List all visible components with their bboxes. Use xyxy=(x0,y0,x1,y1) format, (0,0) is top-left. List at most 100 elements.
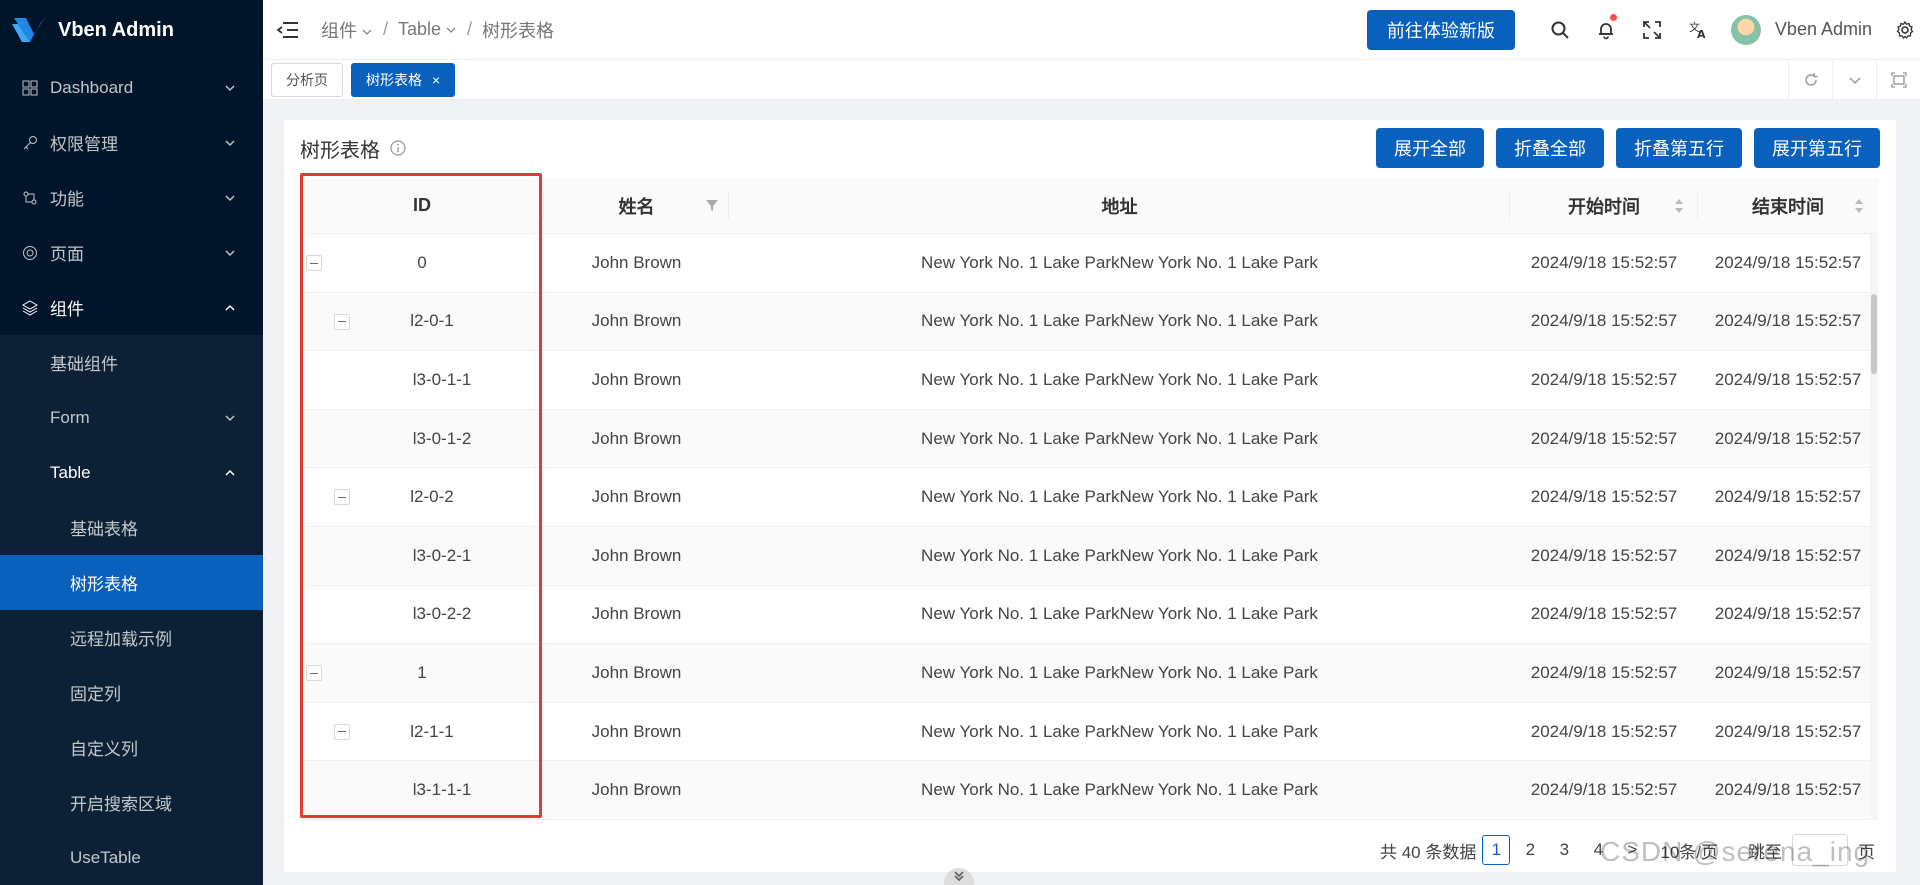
gear-icon xyxy=(1896,20,1914,39)
sidebar-item-basic-table[interactable]: 基础表格 xyxy=(0,500,263,555)
maximize-button[interactable] xyxy=(1876,59,1920,100)
tabs-dropdown-button[interactable] xyxy=(1832,59,1876,100)
close-icon[interactable]: × xyxy=(432,72,440,88)
info-icon[interactable] xyxy=(390,140,406,156)
breadcrumb-separator: / xyxy=(383,19,389,39)
collapse-row-icon[interactable] xyxy=(334,723,350,740)
sidebar-item-fixed-column[interactable]: 固定列 xyxy=(0,665,263,720)
sidebar-item-search-area[interactable]: 开启搜索区域 xyxy=(0,775,263,830)
refresh-button[interactable] xyxy=(1788,59,1832,100)
breadcrumb-item[interactable]: 组件 xyxy=(321,17,373,43)
breadcrumb-item-current: 树形表格 xyxy=(482,20,555,41)
cell-name: John Brown xyxy=(591,311,682,331)
collapse-all-button[interactable]: 折叠全部 xyxy=(1496,128,1604,168)
sidebar-item-basic-components[interactable]: 基础组件 xyxy=(0,335,263,390)
sidebar-item-dashboard[interactable]: Dashboard xyxy=(0,60,263,115)
page-item-2[interactable]: 2 xyxy=(1516,835,1544,865)
cell-address: New York No. 1 Lake ParkNew York No. 1 L… xyxy=(921,311,1318,331)
cell-name: John Brown xyxy=(591,428,682,448)
sidebar-item-custom-column[interactable]: 自定义列 xyxy=(0,720,263,775)
table-row[interactable]: l3-0-2-2 John Brown New York No. 1 Lake Pa… xyxy=(300,586,1878,645)
cell-name: John Brown xyxy=(591,545,682,565)
settings-button[interactable] xyxy=(1890,0,1920,60)
avatar[interactable] xyxy=(1730,14,1761,45)
notification-button[interactable] xyxy=(1583,0,1629,60)
expand-all-button[interactable]: 展开全部 xyxy=(1376,128,1484,168)
page-item-3[interactable]: 3 xyxy=(1550,835,1578,865)
table-row[interactable]: l2-1-1 John Brown New York No. 1 Lake Park… xyxy=(300,703,1878,762)
cell-start-time: 2024/9/18 15:52:57 xyxy=(1530,662,1678,682)
fullscreen-button[interactable] xyxy=(1629,0,1675,60)
tabs-bar: 分析页 树形表格 × xyxy=(263,59,1920,100)
sidebar-item-tree-table[interactable]: 树形表格 xyxy=(0,555,263,610)
cell-id: 1 xyxy=(300,644,544,702)
sidebar-item-function[interactable]: 功能 xyxy=(0,170,263,225)
collapse-fifth-row-button[interactable]: 折叠第五行 xyxy=(1616,128,1742,168)
tab-analysis[interactable]: 分析页 xyxy=(271,62,343,97)
chevron-up-icon xyxy=(225,469,235,476)
new-version-button[interactable]: 前往体验新版 xyxy=(1366,9,1515,50)
sidebar-item-label: 自定义列 xyxy=(70,740,138,759)
table-row[interactable]: l3-0-1-2 John Brown New York No. 1 Lake Pa… xyxy=(300,409,1878,469)
chevron-down-icon xyxy=(954,871,964,882)
sidebar-item-table[interactable]: Table xyxy=(0,445,263,500)
logo[interactable]: Vben Admin xyxy=(0,0,263,60)
watermark: CSDN @serena_ing xyxy=(1600,836,1871,867)
filter-icon[interactable] xyxy=(705,198,719,212)
column-header-start-time[interactable]: 开始时间 xyxy=(1510,178,1698,233)
breadcrumb-item[interactable]: Table xyxy=(398,19,457,40)
table-row[interactable]: l3-0-1-1 John Brown New York No. 1 Lake Pa… xyxy=(300,351,1878,410)
sort-icon[interactable] xyxy=(1674,196,1684,216)
collapse-row-icon[interactable] xyxy=(306,665,322,682)
sidebar-item-permission[interactable]: 权限管理 xyxy=(0,115,263,170)
cell-address: New York No. 1 Lake ParkNew York No. 1 L… xyxy=(921,545,1318,565)
expand-fifth-row-button[interactable]: 展开第五行 xyxy=(1754,128,1880,168)
cell-id: l3-0-2-2 xyxy=(300,586,544,644)
cell-address: New York No. 1 Lake ParkNew York No. 1 L… xyxy=(921,487,1318,507)
search-icon xyxy=(1551,21,1569,39)
breadcrumb: 组件 / Table / 树形表格 xyxy=(321,17,554,43)
menu-fold-icon[interactable] xyxy=(277,21,299,39)
table-scrollbar-thumb[interactable] xyxy=(1871,294,1877,374)
table-row[interactable]: 0 John Brown New York No. 1 Lake ParkNew Y… xyxy=(300,234,1878,293)
cell-end-time: 2024/9/18 15:52:57 xyxy=(1714,780,1862,800)
sidebar-item-label: 功能 xyxy=(50,190,84,209)
column-header-end-time[interactable]: 结束时间 xyxy=(1698,178,1878,233)
table-scrollbar[interactable] xyxy=(1870,234,1878,820)
collapse-row-icon[interactable] xyxy=(334,489,350,506)
sort-icon[interactable] xyxy=(1854,196,1864,216)
sidebar-item-components[interactable]: 组件 xyxy=(0,280,263,335)
sidebar-item-form[interactable]: Form xyxy=(0,390,263,445)
sidebar-item-usetable[interactable]: UseTable xyxy=(0,830,263,885)
collapse-row-icon[interactable] xyxy=(306,255,322,271)
tab-label: 树形表格 xyxy=(366,71,422,88)
components-submenu: 基础组件 Form Table 基础表格 树形表格 远程加载示例 固定列 自定义… xyxy=(0,335,263,885)
chevron-down-icon xyxy=(362,29,372,35)
notification-badge xyxy=(1609,13,1617,21)
tab-tree-table[interactable]: 树形表格 × xyxy=(351,62,456,97)
table-row[interactable]: l3-1-1-1 John Brown New York No. 1 Lake Pa… xyxy=(300,761,1878,820)
cell-name: John Brown xyxy=(591,604,682,624)
table-row[interactable]: l3-0-2-1 John Brown New York No. 1 Lake Pa… xyxy=(300,526,1878,586)
table-row[interactable]: l2-0-2 John Brown New York No. 1 Lake Park… xyxy=(300,468,1878,527)
search-button[interactable] xyxy=(1537,0,1583,60)
tree-table-card: 树形表格 展开全部 折叠全部 折叠第五行 展开第五行 ID 姓名 地址 开始时间… xyxy=(284,120,1896,872)
sidebar-item-page[interactable]: 页面 xyxy=(0,225,263,280)
tree-table: ID 姓名 地址 开始时间 结束时间 0 John Brown New York N… xyxy=(300,178,1878,820)
sidebar-item-label: 固定列 xyxy=(70,685,121,704)
chevron-up-icon xyxy=(225,304,235,311)
chevron-down-icon xyxy=(225,139,235,146)
cell-address: New York No. 1 Lake ParkNew York No. 1 L… xyxy=(921,780,1318,800)
table-row[interactable]: l2-0-1 John Brown New York No. 1 Lake Park… xyxy=(300,292,1878,352)
cell-start-time: 2024/9/18 15:52:57 xyxy=(1530,721,1678,741)
page-item-1[interactable]: 1 xyxy=(1482,835,1511,865)
username[interactable]: Vben Admin xyxy=(1775,19,1872,40)
bell-icon xyxy=(1598,22,1613,39)
cell-end-time: 2024/9/18 15:52:57 xyxy=(1714,252,1862,272)
cell-address: New York No. 1 Lake ParkNew York No. 1 L… xyxy=(921,662,1318,682)
table-row[interactable]: 1 John Brown New York No. 1 Lake ParkNew Y… xyxy=(300,644,1878,703)
sidebar-item-remote-table[interactable]: 远程加载示例 xyxy=(0,610,263,665)
language-button[interactable]: 文A xyxy=(1675,0,1721,60)
header-actions: 前往体验新版 文A Vben Admin xyxy=(1366,0,1920,60)
collapse-row-icon[interactable] xyxy=(334,313,350,330)
